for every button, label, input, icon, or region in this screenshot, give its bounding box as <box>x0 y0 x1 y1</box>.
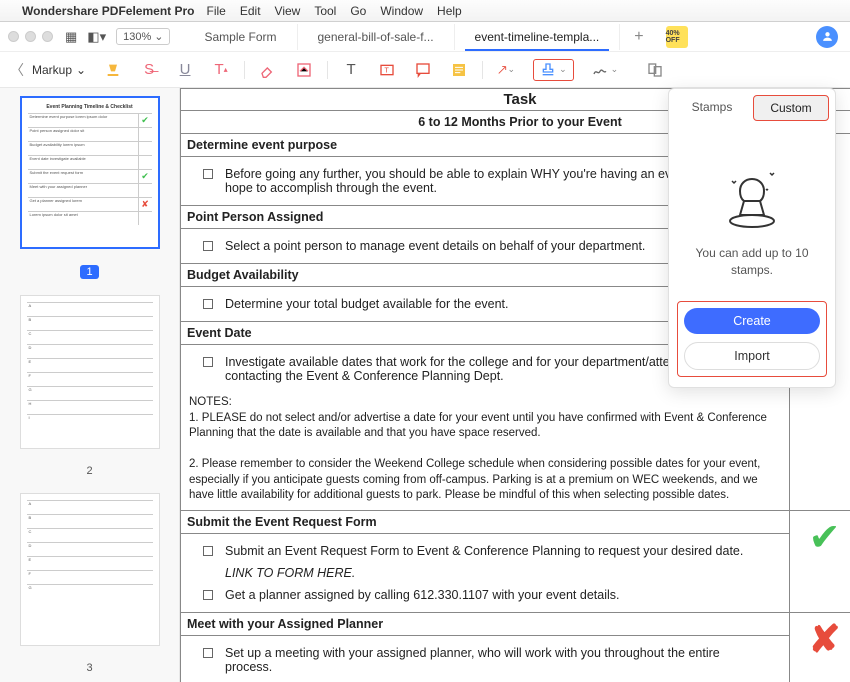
document-tabs: Sample Form general-bill-of-sale-f... ev… <box>184 24 816 50</box>
underline-tool-icon[interactable]: U <box>176 61 194 79</box>
menu-file[interactable]: File <box>207 4 226 18</box>
strikethrough-tool-icon[interactable]: S̶ <box>140 61 158 79</box>
close-window-icon[interactable] <box>8 31 19 42</box>
sticky-note-tool-icon[interactable] <box>450 61 468 79</box>
eraser-tool-icon[interactable] <box>259 61 277 79</box>
tab-event-timeline[interactable]: event-timeline-templa... <box>455 24 621 50</box>
layout-icon[interactable]: ◧▾ <box>87 29 106 45</box>
task-item: Submit an Event Request Form to Event & … <box>225 544 767 558</box>
zoom-select[interactable]: 130%⌄ <box>116 28 170 45</box>
menu-help[interactable]: Help <box>437 4 462 18</box>
checkbox-icon[interactable] <box>203 357 213 367</box>
textbox-tool-icon[interactable]: T <box>378 61 396 79</box>
minimize-window-icon[interactable] <box>25 31 36 42</box>
arrow-tool-icon[interactable]: ⌄ <box>497 61 515 79</box>
stamp-panel: Stamps Custom You can add up to 10 stamp… <box>668 88 836 388</box>
add-tab-button[interactable]: + <box>620 28 657 46</box>
checkmark-stamp-icon[interactable]: ✔ <box>790 510 850 612</box>
checkbox-icon[interactable] <box>203 299 213 309</box>
zoom-value: 130% <box>123 31 151 43</box>
page-number-2: 2 <box>86 465 92 477</box>
thumbnails-icon[interactable]: ▦ <box>65 29 77 45</box>
promo-badge[interactable]: 40% OFF <box>666 26 688 48</box>
markup-label: Markup <box>32 63 72 77</box>
panel-message: You can add up to 10 stamps. <box>681 245 823 279</box>
menu-go[interactable]: Go <box>350 4 366 18</box>
chevron-down-icon: ⌄ <box>154 30 163 43</box>
titlebar: ▦ ◧▾ 130%⌄ Sample Form general-bill-of-s… <box>0 22 850 52</box>
stamp-illustration-icon <box>722 161 782 231</box>
user-avatar[interactable] <box>816 26 838 48</box>
chevron-down-icon: ⌄ <box>559 64 567 75</box>
text-tool-icon[interactable]: T <box>342 61 360 79</box>
custom-tab[interactable]: Custom <box>753 95 829 121</box>
page-thumbnail-3[interactable]: AB CD EF G <box>20 493 160 646</box>
checkbox-icon[interactable] <box>203 546 213 556</box>
thumb-title: Event Planning Timeline & Checklist <box>28 104 152 110</box>
import-stamp-button[interactable]: Import <box>684 342 820 370</box>
signature-tool-icon[interactable]: ⌄ <box>592 62 619 78</box>
checkbox-icon[interactable] <box>203 241 213 251</box>
area-erase-tool-icon[interactable] <box>295 61 313 79</box>
stamp-tool-button[interactable]: ⌄ <box>533 59 574 81</box>
annotation-toolbar: 〈 Markup ⌄ S̶ U T▴ T T ⌄ ⌄ ⌄ <box>0 52 850 88</box>
tab-bill-of-sale[interactable]: general-bill-of-sale-f... <box>298 24 455 50</box>
tab-sample-form[interactable]: Sample Form <box>184 24 297 50</box>
menu-window[interactable]: Window <box>380 4 423 18</box>
svg-text:T: T <box>384 65 389 74</box>
compare-tool-icon[interactable] <box>646 61 664 79</box>
page-number-1[interactable]: 1 <box>80 265 98 279</box>
chevron-down-icon: ⌄ <box>76 63 86 77</box>
section-title: Submit the Event Request Form <box>181 510 790 533</box>
page-thumbnail-1[interactable]: Event Planning Timeline & Checklist Dete… <box>20 96 160 249</box>
checkbox-icon[interactable] <box>203 169 213 179</box>
caret-tool-icon[interactable]: T▴ <box>212 61 230 79</box>
thumbnail-sidebar: Event Planning Timeline & Checklist Dete… <box>0 88 180 682</box>
task-item: Set up a meeting with your assigned plan… <box>225 646 767 674</box>
notes-text: NOTES: 1. PLEASE do not select and/or ad… <box>189 395 781 504</box>
highlight-tool-icon[interactable] <box>104 61 122 79</box>
cross-stamp-icon[interactable]: ✘ <box>790 612 850 682</box>
panel-actions: Create Import <box>677 301 827 377</box>
menu-tool[interactable]: Tool <box>314 4 336 18</box>
callout-tool-icon[interactable] <box>414 61 432 79</box>
page-thumbnail-2[interactable]: AB CD EF GH I <box>20 295 160 448</box>
macos-menubar: Wondershare PDFelement Pro File Edit Vie… <box>0 0 850 22</box>
back-button[interactable]: 〈 <box>10 60 24 80</box>
page-number-3: 3 <box>86 662 92 674</box>
checkbox-icon[interactable] <box>203 648 213 658</box>
menu-view[interactable]: View <box>275 4 301 18</box>
window-controls <box>8 31 53 42</box>
menu-edit[interactable]: Edit <box>240 4 261 18</box>
checkbox-icon[interactable] <box>203 590 213 600</box>
markup-mode-select[interactable]: Markup ⌄ <box>32 63 86 77</box>
stamps-tab[interactable]: Stamps <box>675 95 749 121</box>
link-text: LINK TO FORM HERE. <box>225 566 767 580</box>
task-item: Get a planner assigned by calling 612.33… <box>225 588 767 602</box>
section-title: Meet with your Assigned Planner <box>181 612 790 635</box>
create-stamp-button[interactable]: Create <box>684 308 820 334</box>
app-name: Wondershare PDFelement Pro <box>22 4 195 18</box>
maximize-window-icon[interactable] <box>42 31 53 42</box>
